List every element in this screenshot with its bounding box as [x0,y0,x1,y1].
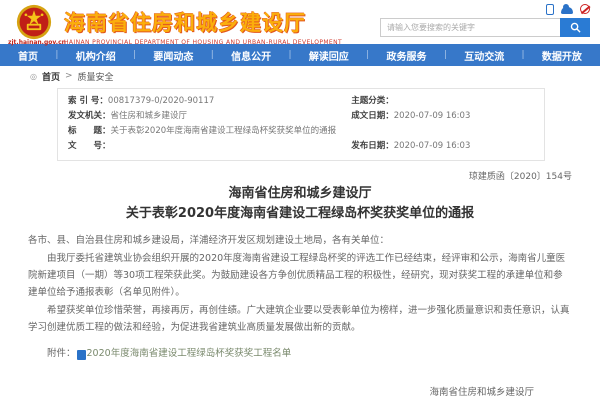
meta-title-label: 标 题： [68,124,111,139]
site-header: zjt.hainan.gov.cn 海南省住房和城乡建设厅 HAINAN PRO… [0,0,600,44]
document-paragraph-2: 希望获奖单位珍惜荣誉，再接再厉，再创佳绩。广大建筑企业要以受表彰单位为榜样，进一… [28,303,572,336]
meta-docno-label: 文 号： [68,139,111,154]
meta-publish-date-value: 2020-07-09 16:03 [394,139,471,154]
breadcrumb-home-link[interactable]: 首页 [42,70,60,83]
meta-row-2: 发文机关： 省住房和城乡建设厅 成文日期： 2020-07-09 16:03 [68,109,534,124]
meta-index-label: 索 引 号： [68,94,108,109]
nav-item-about[interactable]: 机构介绍 [76,48,116,63]
attachment-link[interactable]: 2020年度海南省建设工程绿岛杯奖获奖工程名单 [87,348,292,359]
breadcrumb-current: 质量安全 [78,70,114,83]
meta-written-date-value: 2020-07-09 16:03 [394,109,471,124]
site-subtitle-english: HAINAN PROVINCIAL DEPARTMENT OF HOUSING … [64,39,342,46]
meta-row-3: 标 题： 关于表彰2020年度海南省建设工程绿岛杯奖获奖单位的通报 [68,124,534,139]
document-title-line1: 海南省住房和城乡建设厅 [28,184,572,204]
meta-issuer-label: 发文机关： [68,109,111,124]
nav-separator: | [522,50,525,60]
document-content: 海南省住房和城乡建设厅 关于表彰2020年度海南省建设工程绿岛杯奖获奖单位的通报… [0,184,600,400]
nav-separator: | [444,50,447,60]
meta-topic-label: 主题分类： [351,94,394,109]
site-domain: zjt.hainan.gov.cn [8,39,60,46]
breadcrumb-separator: > [65,71,73,81]
nav-item-news[interactable]: 要闻动态 [153,48,193,63]
breadcrumb-marker-icon: ◎ [30,72,37,81]
nav-item-services[interactable]: 政务服务 [387,48,427,63]
meta-index-value: 00817379-0/2020-90117 [108,94,214,109]
document-title-line2: 关于表彰2020年度海南省建设工程绿岛杯奖获奖单位的通报 [28,204,572,224]
meta-row-4: 文 号： 发布日期： 2020-07-09 16:03 [68,139,534,154]
attachment-line: 附件：W2020年度海南省建设工程绿岛杯奖获奖工程名单 [28,346,572,363]
nav-item-home[interactable]: 首页 [18,48,38,63]
doc-file-icon: W [77,350,86,360]
attachment-label: 附件： [47,348,76,359]
search-bar [380,18,590,37]
nav-separator: | [133,50,136,60]
meta-title-value: 关于表彰2020年度海南省建设工程绿岛杯奖获奖单位的通报 [111,124,337,139]
document-body: 各市、县、自治县住房和城乡建设局，洋浦经济开发区规划建设土地局，各有关单位： 由… [28,233,572,362]
meta-publish-date-label: 发布日期： [351,139,394,154]
site-title: 海南省住房和城乡建设厅 [64,7,342,37]
search-icon [570,22,581,33]
search-button[interactable] [560,18,590,37]
nav-item-open-data[interactable]: 数据开放 [542,48,582,63]
nav-item-info-disclosure[interactable]: 信息公开 [231,48,271,63]
nav-separator: | [55,50,58,60]
nav-item-interaction[interactable]: 互动交流 [464,48,504,63]
meta-issuer-value: 省住房和城乡建设厅 [111,109,188,124]
logo-block[interactable]: zjt.hainan.gov.cn [8,4,60,44]
document-meta-table: 索 引 号： 00817379-0/2020-90117 主题分类： 发文机关：… [57,88,545,161]
document-salutation: 各市、县、自治县住房和城乡建设局，洋浦经济开发区规划建设土地局，各有关单位： [28,233,572,250]
nav-item-interpretation[interactable]: 解读回应 [309,48,349,63]
nav-separator: | [288,50,291,60]
document-ref-number: 琼建质函〔2020〕154号 [0,169,572,182]
elder-mode-icon[interactable] [580,4,590,14]
nav-separator: | [366,50,369,60]
search-input[interactable] [380,18,560,37]
document-title: 海南省住房和城乡建设厅 关于表彰2020年度海南省建设工程绿岛杯奖获奖单位的通报 [28,184,572,224]
meta-written-date-label: 成文日期： [351,109,394,124]
main-nav: 首页 | 机构介绍 | 要闻动态 | 信息公开 | 解读回应 | 政务服务 | … [0,44,600,66]
national-emblem-icon [16,4,52,40]
meta-row-1: 索 引 号： 00817379-0/2020-90117 主题分类： [68,94,534,109]
signature-org: 海南省住房和城乡建设厅 [28,384,534,400]
site-title-block: 海南省住房和城乡建设厅 HAINAN PROVINCIAL DEPARTMENT… [64,4,342,44]
document-paragraph-1: 由我厅委托省建筑业协会组织开展的2020年度海南省建设工程绿岛杯奖的评选工作已经… [28,251,572,301]
nav-separator: | [211,50,214,60]
document-signature: 海南省住房和城乡建设厅 2020年7月8日 [28,384,534,400]
mobile-version-icon[interactable] [546,4,554,15]
breadcrumb: ◎ 首页 > 质量安全 [0,66,600,86]
accessibility-icon[interactable] [561,7,573,14]
